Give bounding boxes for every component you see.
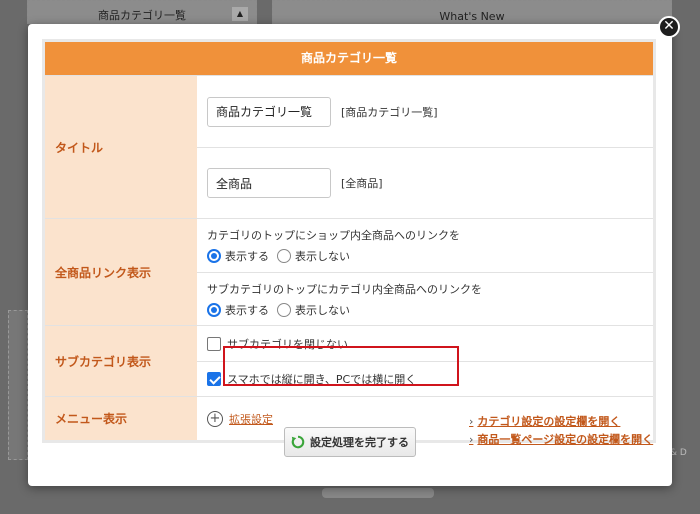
- row-title: タイトル 商品カテゴリ一覧 [商品カテゴリ一覧] 全商品 [全商品]: [45, 75, 653, 218]
- label-title: タイトル: [45, 76, 197, 218]
- complete-settings-label: 設定処理を完了する: [310, 436, 409, 449]
- title-sub-1: 商品カテゴリ一覧 [商品カテゴリ一覧]: [197, 76, 653, 147]
- settings-modal: 商品カテゴリ一覧 タイトル 商品カテゴリ一覧 [商品カテゴリ一覧] 全商品 [全…: [28, 24, 672, 486]
- radio-hide-1-label[interactable]: 表示しない: [295, 248, 350, 264]
- bg-side-fragment: & D: [670, 448, 687, 458]
- all-link-option-1-title: カテゴリのトップにショップ内全商品へのリンクを: [207, 229, 460, 242]
- link-open-product-list-settings[interactable]: › 商品一覧ページ設定の設定欄を開く: [469, 431, 653, 447]
- subcat-option-1: サブカテゴリを閉じない: [197, 326, 653, 361]
- radio-hide-2-label[interactable]: 表示しない: [295, 302, 350, 318]
- refresh-icon: [291, 435, 305, 449]
- all-link-option-1: カテゴリのトップにショップ内全商品へのリンクを 表示する 表示しない: [197, 219, 653, 272]
- bg-bottom-button: [322, 488, 434, 498]
- radio-show-2-label[interactable]: 表示する: [225, 302, 269, 318]
- bg-left-strip: [8, 310, 28, 460]
- title-bracket-1: [商品カテゴリ一覧]: [341, 105, 438, 119]
- title-input-1[interactable]: 商品カテゴリ一覧: [207, 96, 331, 127]
- subcat-checkbox-2-label[interactable]: スマホでは縦に開き、PCでは横に開く: [227, 371, 416, 387]
- bg-tab-category-list: 商品カテゴリ一覧 ▲: [27, 0, 257, 24]
- settings-header: 商品カテゴリ一覧: [45, 42, 653, 75]
- subcategory-values: サブカテゴリを閉じない スマホでは縦に開き、PCでは横に開く: [197, 326, 653, 396]
- all-link-option-2-title: サブカテゴリのトップにカテゴリ内全商品へのリンクを: [207, 282, 482, 296]
- all-link-option-2: サブカテゴリのトップにカテゴリ内全商品へのリンクを 表示する 表示しない: [197, 272, 653, 325]
- link-open-category-settings[interactable]: › カテゴリ設定の設定欄を開く: [469, 413, 620, 429]
- chevron-right-icon: ›: [469, 432, 474, 446]
- title-input-2[interactable]: 全商品: [207, 168, 331, 198]
- subcat-checkbox-1-label[interactable]: サブカテゴリを閉じない: [227, 336, 348, 352]
- subcat-checkbox-2[interactable]: [207, 372, 221, 386]
- link-open-category-settings-label[interactable]: カテゴリ設定の設定欄を開く: [477, 413, 620, 429]
- extended-settings-link[interactable]: 拡張設定: [229, 411, 273, 427]
- row-all-link: 全商品リンク表示 カテゴリのトップにショップ内全商品へのリンクを 表示する 表示…: [45, 218, 653, 325]
- radio-show-2[interactable]: [207, 302, 221, 317]
- title-values: 商品カテゴリ一覧 [商品カテゴリ一覧] 全商品 [全商品]: [197, 76, 653, 218]
- label-menu: メニュー表示: [45, 397, 197, 440]
- bg-tab-whats-new-label: What's New: [439, 10, 505, 23]
- chevron-right-icon: ›: [469, 414, 474, 428]
- link-open-product-list-settings-label[interactable]: 商品一覧ページ設定の設定欄を開く: [477, 431, 653, 447]
- radio-show-1-label[interactable]: 表示する: [225, 248, 269, 264]
- label-subcategory: サブカテゴリ表示: [45, 326, 197, 396]
- collapse-arrow-icon: ▲: [232, 7, 248, 21]
- all-link-values: カテゴリのトップにショップ内全商品へのリンクを 表示する 表示しない サブカテゴ…: [197, 219, 653, 325]
- all-link-option-2-radios: 表示する 表示しない: [207, 302, 358, 318]
- all-link-option-1-radios: 表示する 表示しない: [207, 248, 358, 264]
- subcat-checkbox-1[interactable]: [207, 336, 221, 351]
- title-bracket-2: [全商品]: [341, 177, 383, 190]
- row-subcategory: サブカテゴリ表示 サブカテゴリを閉じない スマホでは縦に開き、PCでは横に開く: [45, 325, 653, 396]
- bg-tab-category-list-label: 商品カテゴリ一覧: [98, 9, 186, 22]
- bg-tab-whats-new: What's New: [272, 0, 672, 24]
- subcat-option-2: スマホでは縦に開き、PCでは横に開く: [197, 361, 653, 396]
- title-sub-2: 全商品 [全商品]: [197, 147, 653, 218]
- settings-table: 商品カテゴリ一覧 タイトル 商品カテゴリ一覧 [商品カテゴリ一覧] 全商品 [全…: [42, 39, 656, 443]
- label-all-link: 全商品リンク表示: [45, 219, 197, 325]
- plus-circle-icon[interactable]: +: [207, 410, 223, 427]
- radio-hide-2[interactable]: [277, 302, 291, 317]
- radio-show-1[interactable]: [207, 249, 221, 263]
- complete-settings-button[interactable]: 設定処理を完了する: [284, 427, 416, 457]
- radio-hide-1[interactable]: [277, 249, 291, 263]
- close-icon[interactable]: ✕: [658, 16, 680, 38]
